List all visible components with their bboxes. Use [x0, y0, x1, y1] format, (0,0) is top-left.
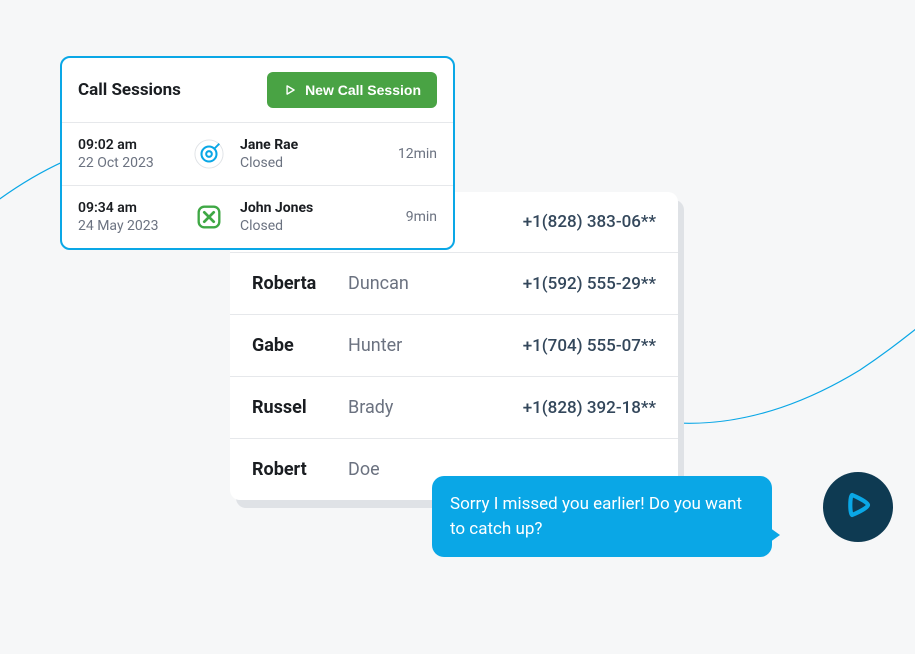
contact-first-name: Gabe	[252, 335, 332, 356]
x-box-icon	[192, 200, 226, 234]
session-time: 09:34 am	[78, 200, 178, 216]
session-person: Jane Rae Closed	[240, 137, 377, 171]
target-icon	[192, 137, 226, 171]
contact-last-name: Duncan	[348, 273, 507, 294]
session-row[interactable]: 09:02 am 22 Oct 2023 Jane Rae Closed 12m…	[62, 123, 453, 186]
session-date: 22 Oct 2023	[78, 155, 178, 171]
contact-first-name: Russel	[252, 397, 332, 418]
contact-row[interactable]: Gabe Hunter +1(704) 555-07**	[230, 315, 678, 377]
session-person: John Jones Closed	[240, 200, 377, 234]
call-sessions-title: Call Sessions	[78, 80, 181, 100]
session-datetime: 09:02 am 22 Oct 2023	[78, 137, 178, 171]
session-duration: 9min	[391, 209, 437, 225]
new-call-session-button[interactable]: New Call Session	[267, 72, 437, 108]
session-status: Closed	[240, 155, 377, 171]
session-time: 09:02 am	[78, 137, 178, 153]
session-name: John Jones	[240, 200, 377, 216]
session-datetime: 09:34 am 24 May 2023	[78, 200, 178, 234]
message-text: Sorry I missed you earlier! Do you want …	[450, 494, 742, 539]
contact-last-name: Brady	[348, 397, 507, 418]
play-badge[interactable]	[823, 472, 893, 542]
new-call-session-label: New Call Session	[305, 82, 421, 98]
contact-first-name: Roberta	[252, 273, 332, 294]
session-date: 24 May 2023	[78, 218, 178, 234]
session-status: Closed	[240, 218, 377, 234]
call-sessions-header: Call Sessions New Call Session	[62, 58, 453, 123]
session-row[interactable]: 09:34 am 24 May 2023 John Jones Closed 9…	[62, 186, 453, 248]
session-duration: 12min	[391, 146, 437, 162]
contact-phone: +1(592) 555-29**	[523, 274, 656, 294]
contact-phone: +1(828) 392-18**	[523, 398, 656, 418]
play-icon	[838, 485, 878, 529]
call-sessions-card: Call Sessions New Call Session 09:02 am …	[60, 56, 455, 250]
contact-phone: +1(828) 383-06**	[523, 212, 656, 232]
play-icon	[283, 83, 297, 97]
contact-last-name: Hunter	[348, 335, 507, 356]
session-name: Jane Rae	[240, 137, 377, 153]
contact-phone: +1(704) 555-07**	[523, 336, 656, 356]
contact-row[interactable]: Russel Brady +1(828) 392-18**	[230, 377, 678, 439]
contact-row[interactable]: Roberta Duncan +1(592) 555-29**	[230, 253, 678, 315]
message-bubble: Sorry I missed you earlier! Do you want …	[432, 476, 772, 557]
contact-first-name: Robert	[252, 459, 332, 480]
